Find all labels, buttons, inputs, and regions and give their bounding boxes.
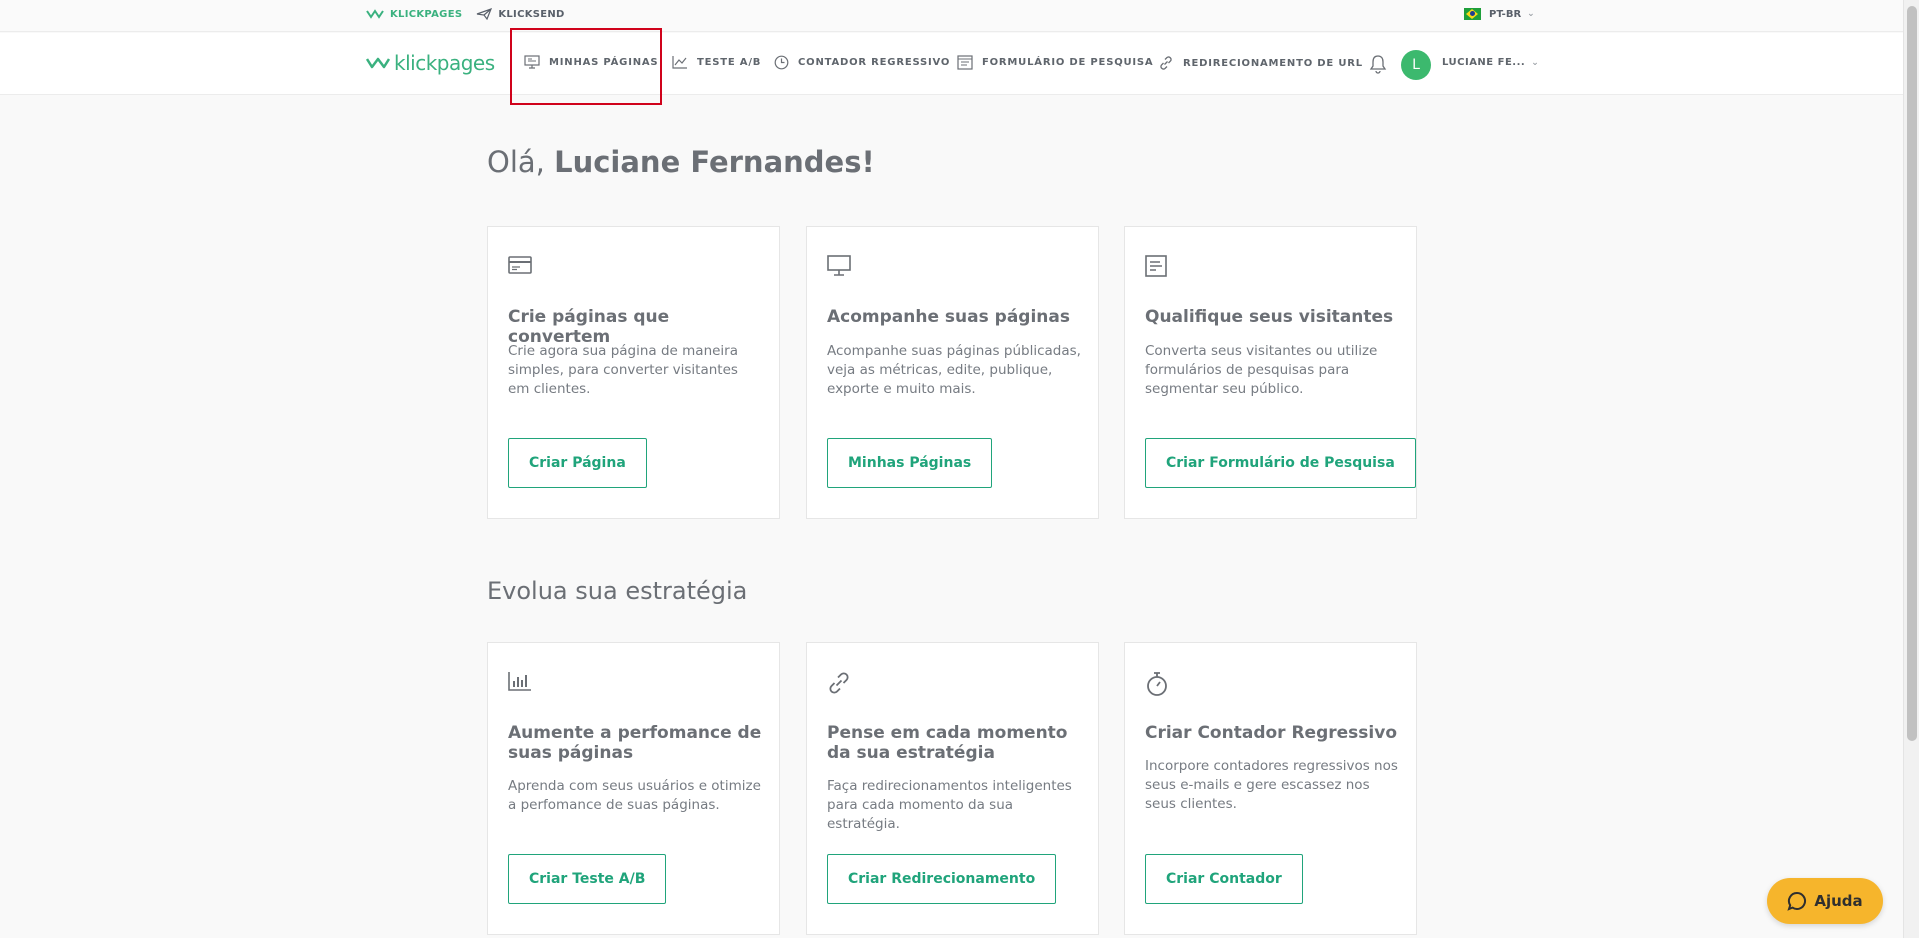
brazil-flag-icon — [1464, 8, 1481, 20]
card-title: Acompanhe suas páginas — [827, 307, 1070, 327]
nav-item-contador-regressivo[interactable]: CONTADOR REGRESSIVO — [774, 55, 950, 70]
document-icon — [1145, 255, 1167, 281]
nav-item-label: CONTADOR REGRESSIVO — [798, 57, 951, 68]
nav-item-label: MINHAS PÁGINAS — [549, 56, 659, 68]
klickpages-link[interactable]: KLICKPAGES — [366, 9, 462, 20]
link-icon — [1160, 56, 1172, 70]
nav-item-formulario-de-pesquisa[interactable]: FORMULÁRIO DE PESQUISA — [957, 55, 1153, 70]
card-crie-paginas: Crie páginas que convertem Crie agora su… — [487, 226, 780, 519]
card-text: Acompanhe suas páginas públicadas, veja … — [827, 343, 1081, 397]
clock-icon — [774, 55, 789, 70]
user-menu[interactable]: LUCIANE FE... ⌄ — [1442, 57, 1539, 68]
klicksend-link-label: KLICKSEND — [498, 8, 565, 20]
top-links: KLICKPAGES KLICKSEND — [366, 8, 579, 20]
greeting-name: Luciane Fernandes! — [554, 145, 875, 179]
criar-redirecionamento-button[interactable]: Criar Redirecionamento — [827, 854, 1057, 904]
minhas-paginas-button[interactable]: Minhas Páginas — [827, 438, 993, 488]
card-text: Crie agora sua página de maneira simples… — [508, 343, 739, 397]
klickpages-link-label: KLICKPAGES — [390, 8, 463, 20]
monitor-icon — [524, 55, 540, 69]
card-qualifique-visitantes: Qualifique seus visitantes Converta seus… — [1124, 226, 1417, 519]
section-title: Evolua sua estratégia — [487, 577, 748, 605]
scrollbar-thumb[interactable] — [1907, 6, 1917, 741]
nav-item-label: REDIRECIONAMENTO DE URL — [1183, 57, 1363, 69]
credit-card-icon — [508, 255, 532, 279]
monitor-icon — [827, 255, 851, 281]
card-text: Faça redirecionamentos inteligentes para… — [827, 778, 1072, 832]
criar-teste-ab-button[interactable]: Criar Teste A/B — [508, 854, 667, 904]
card-aumente-perfomance: Aumente a perfomance de suas páginas Apr… — [487, 642, 780, 935]
card-text: Incorpore contadores regressivos nos seu… — [1145, 758, 1398, 812]
klickpages-logo[interactable]: klickpages — [366, 51, 495, 75]
help-button[interactable]: Ajuda — [1767, 878, 1883, 924]
notifications-button[interactable] — [1369, 54, 1387, 78]
card-title: Criar Contador Regressivo — [1145, 723, 1397, 743]
language-label: PT-BR — [1489, 8, 1522, 20]
page-scrollbar[interactable] — [1903, 0, 1919, 938]
card-acompanhe-paginas: Acompanhe suas páginas Acompanhe suas pá… — [806, 226, 1099, 519]
greeting-prefix: Olá, — [487, 145, 555, 179]
paper-plane-icon — [477, 8, 493, 20]
logo-text: klickpages — [394, 51, 495, 75]
chevron-down-icon: ⌄ — [1531, 57, 1540, 68]
criar-contador-button[interactable]: Criar Contador — [1145, 854, 1303, 904]
card-text: Aprenda com seus usuários e otimize a pe… — [508, 778, 761, 813]
language-selector[interactable]: PT-BR ⌄ — [1464, 8, 1535, 20]
criar-formulario-button[interactable]: Criar Formulário de Pesquisa — [1145, 438, 1416, 488]
klickpages-logo-icon — [366, 9, 384, 19]
nav-item-label: FORMULÁRIO DE PESQUISA — [982, 57, 1154, 68]
nav-item-minhas-paginas[interactable]: MINHAS PÁGINAS — [524, 55, 658, 69]
nav-item-label: TESTE A/B — [697, 56, 762, 68]
klicksend-link[interactable]: KLICKSEND — [476, 8, 564, 20]
link-icon — [827, 671, 851, 699]
main-nav: klickpages MINHAS PÁGINAS TESTE A/B CONT… — [0, 33, 1903, 95]
card-title: Qualifique seus visitantes — [1145, 307, 1394, 327]
chevron-down-icon: ⌄ — [1527, 9, 1535, 19]
stopwatch-icon — [1145, 671, 1169, 701]
card-title: Pense em cada momento da sua estratégia — [827, 723, 1068, 763]
card-title: Crie páginas que convertem — [508, 307, 670, 347]
avatar[interactable]: L — [1401, 50, 1431, 80]
bell-icon — [1369, 55, 1387, 74]
help-label: Ajuda — [1814, 892, 1863, 910]
card-title: Aumente a perfomance de suas páginas — [508, 723, 762, 763]
form-icon — [957, 55, 973, 70]
top-bar: KLICKPAGES KLICKSEND PT-BR ⌄ — [0, 0, 1903, 32]
bar-chart-icon — [508, 671, 532, 695]
card-pense-estrategia: Pense em cada momento da sua estratégia … — [806, 642, 1099, 935]
page-title: Olá, Luciane Fernandes! — [487, 145, 875, 179]
criar-pagina-button[interactable]: Criar Página — [508, 438, 647, 488]
klickpages-logo-icon — [366, 57, 390, 69]
nav-item-teste-ab[interactable]: TESTE A/B — [672, 55, 761, 69]
line-chart-icon — [672, 56, 687, 69]
nav-item-redirecionamento-de-url[interactable]: REDIRECIONAMENTO DE URL — [1158, 55, 1363, 71]
card-text: Converta seus visitantes ou utilize form… — [1145, 343, 1378, 397]
card-criar-contador: Criar Contador Regressivo Incorpore cont… — [1124, 642, 1417, 935]
user-name: LUCIANE FE... — [1442, 57, 1526, 68]
chat-bubble-icon — [1787, 891, 1807, 911]
